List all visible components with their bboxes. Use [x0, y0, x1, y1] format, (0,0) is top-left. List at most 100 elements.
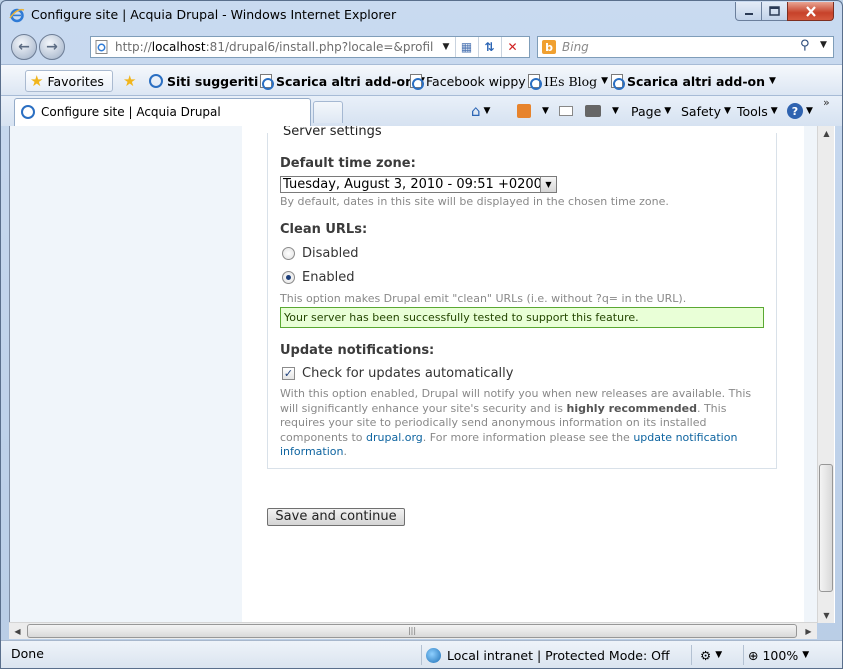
page-ie-icon	[260, 74, 274, 90]
address-bar[interactable]: http://localhost:81/drupal6/install.php?…	[90, 36, 530, 58]
stop-button[interactable]: ✕	[501, 37, 523, 57]
close-icon	[805, 5, 816, 17]
timezone-selected-value: Tuesday, August 3, 2010 - 09:51 +0200	[283, 177, 542, 192]
back-button[interactable]: ←	[11, 34, 37, 60]
chevron-down-icon: ▼	[769, 76, 776, 86]
favorites-button[interactable]: ★ Favorites	[25, 70, 113, 92]
minimize-button[interactable]	[735, 2, 762, 21]
timezone-description: By default, dates in this site will be d…	[280, 195, 669, 208]
maximize-icon	[769, 6, 780, 16]
tab-title: Configure site | Acquia Drupal	[41, 105, 221, 119]
print-button[interactable]: ▼	[585, 101, 619, 121]
chevron-down-icon: ▼	[612, 106, 619, 116]
printer-icon	[585, 105, 601, 117]
search-options-chevron-icon[interactable]: ▼	[820, 40, 827, 50]
forward-button[interactable]: →	[39, 34, 65, 60]
add-to-favorites-bar-button[interactable]: ★	[123, 72, 136, 90]
tab-configure-site[interactable]: Configure site | Acquia Drupal	[14, 98, 311, 126]
vertical-scroll-thumb[interactable]	[819, 464, 833, 592]
check-updates-checkbox-row[interactable]: ✓ Check for updates automatically	[282, 366, 513, 381]
fav-item-label: Scarica altri add-on	[276, 73, 414, 89]
page-left-column	[10, 126, 242, 623]
globe-icon	[426, 647, 441, 663]
ie-logo-icon	[9, 8, 25, 23]
favorites-bar: ★ Favorites ★ Siti suggeriti ▼ Scarica a…	[1, 64, 842, 96]
radio-clean-urls-disabled[interactable]: Disabled	[282, 246, 358, 261]
page-ie-icon	[410, 74, 424, 90]
drupal-org-link[interactable]: drupal.org	[366, 431, 423, 444]
read-mail-button[interactable]	[559, 101, 573, 121]
page-ie-icon	[528, 74, 542, 90]
safety-menu-button[interactable]: Safety ▼	[681, 101, 731, 121]
new-tab-button[interactable]	[313, 101, 343, 123]
search-placeholder: Bing	[562, 40, 589, 54]
chevron-down-icon: ▼	[601, 76, 609, 86]
page-menu-button[interactable]: Page ▼	[631, 101, 671, 121]
scroll-up-icon[interactable]: ▲	[818, 126, 835, 141]
chevron-down-icon: ▼	[715, 650, 723, 660]
clean-urls-success-message: Your server has been successfully tested…	[280, 307, 764, 328]
chevron-down-icon: ▼	[802, 650, 810, 660]
fav-item-label: Scarica altri add-on	[627, 73, 765, 89]
compatibility-view-icon: ▦	[460, 40, 473, 54]
page-menu-label: Page	[631, 103, 662, 119]
scroll-down-icon[interactable]: ▼	[818, 608, 835, 623]
fav-item-label: Facebook wippy	[426, 73, 526, 89]
browser-window: Configure site | Acquia Drupal - Windows…	[0, 0, 843, 669]
vertical-scrollbar[interactable]: ▲ ▼	[817, 126, 834, 623]
search-box[interactable]: b Bing ⚲ ▼	[537, 36, 834, 58]
help-icon: ?	[787, 103, 803, 119]
status-tools[interactable]: ⚙ ▼	[691, 645, 722, 665]
update-notifications-description: With this option enabled, Drupal will no…	[280, 387, 752, 459]
security-zone[interactable]: Local intranet | Protected Mode: Off	[421, 645, 670, 665]
fieldset-legend: Server settings	[281, 126, 384, 139]
pop-up-blocker-icon: ⚙	[700, 647, 712, 663]
fav-item-ies-blog[interactable]: IEs Blog ▼	[528, 72, 608, 90]
check-updates-checkbox[interactable]: ✓	[282, 367, 295, 380]
scroll-left-icon[interactable]: ◀	[9, 623, 26, 639]
tools-menu-label: Tools	[737, 103, 768, 119]
update-notifications-label: Update notifications:	[280, 343, 435, 358]
radio-clean-urls-enabled[interactable]: Enabled	[282, 270, 355, 285]
chevron-down-icon: ▼	[442, 42, 450, 52]
horizontal-scroll-thumb[interactable]: |||	[27, 624, 797, 638]
more-commands-chevron-icon[interactable]: »	[823, 96, 830, 109]
fav-item-siti-suggeriti[interactable]: Siti suggeriti ▼	[149, 72, 269, 90]
back-arrow-icon: ←	[18, 39, 30, 55]
home-button[interactable]: ⌂ ▼	[471, 101, 490, 121]
radio-button[interactable]	[282, 271, 295, 284]
install-form-area: Server settings Default time zone: Tuesd…	[242, 126, 804, 623]
search-icon[interactable]: ⚲	[800, 38, 810, 53]
help-button[interactable]: ? ▼	[787, 101, 813, 121]
fav-item-facebook[interactable]: Facebook wippy	[410, 72, 526, 90]
refresh-button[interactable]: ⇅	[478, 37, 500, 57]
status-text: Done	[11, 646, 44, 661]
rss-icon	[517, 104, 531, 118]
tab-row: Configure site | Acquia Drupal ⌂ ▼ ▼ ▼ P…	[1, 96, 842, 126]
maximize-button[interactable]	[761, 2, 788, 21]
chevron-down-icon[interactable]: ▼	[540, 177, 556, 192]
scroll-right-icon[interactable]: ▶	[800, 623, 817, 639]
radio-button[interactable]	[282, 247, 295, 260]
fav-item-scarica-add-on[interactable]: Scarica altri add-on ▼	[260, 72, 425, 90]
save-and-continue-button[interactable]: Save and continue	[267, 508, 405, 526]
horizontal-scrollbar[interactable]: ◀ ||| ▶	[9, 622, 817, 639]
page-viewport: Server settings Default time zone: Tuesd…	[9, 126, 835, 623]
compatibility-view-button[interactable]: ▦	[455, 37, 477, 57]
page-ie-icon	[611, 74, 625, 90]
forward-arrow-icon: →	[46, 39, 58, 55]
tools-menu-button[interactable]: Tools ▼	[737, 101, 778, 121]
radio-label: Disabled	[302, 246, 359, 261]
fav-item-scarica-add-on-2[interactable]: Scarica altri add-on ▼	[611, 72, 776, 90]
zoom-control[interactable]: ⊕ 100% ▼	[743, 645, 809, 665]
close-button[interactable]	[787, 2, 834, 21]
timezone-select[interactable]: Tuesday, August 3, 2010 - 09:51 +0200 ▼	[280, 176, 557, 193]
zone-label: Local intranet | Protected Mode: Off	[447, 647, 670, 663]
safety-menu-label: Safety	[681, 103, 721, 119]
window-title: Configure site | Acquia Drupal - Windows…	[31, 7, 397, 22]
ie-icon	[149, 74, 163, 88]
address-url[interactable]: http://localhost:81/drupal6/install.php?…	[115, 40, 433, 54]
refresh-icon: ⇅	[484, 40, 495, 54]
feeds-button[interactable]: ▼	[517, 101, 549, 121]
address-dropdown-button[interactable]: ▼	[439, 37, 453, 57]
